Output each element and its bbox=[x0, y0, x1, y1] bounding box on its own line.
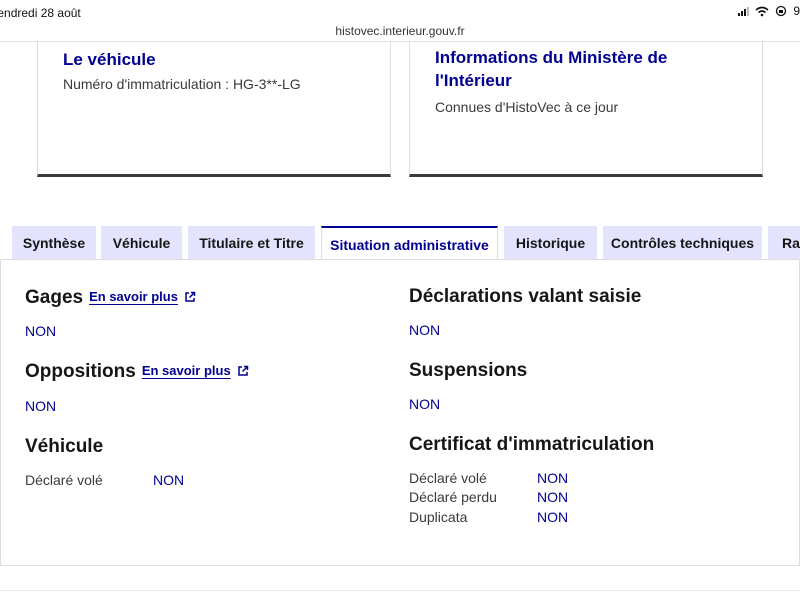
certificat-stolen-label: Déclaré volé bbox=[409, 470, 487, 486]
certificat-title: Certificat d'immatriculation bbox=[409, 434, 655, 455]
ministry-title-line1: Informations du Ministère de bbox=[435, 48, 668, 67]
certificat-duplicate-value: NON bbox=[537, 509, 569, 525]
status-time: Vendredi 28 août bbox=[0, 6, 81, 20]
tab-titulaire-titre[interactable]: Titulaire et Titre bbox=[188, 226, 315, 260]
tab-controles-techniques[interactable]: Contrôles techniques bbox=[603, 226, 762, 260]
certificat-stolen-value: NON bbox=[537, 470, 569, 486]
saisie-title: Déclarations valant saisie bbox=[409, 286, 642, 307]
ministry-card-title: Informations du Ministère de l'Intérieur bbox=[435, 46, 667, 92]
gages-title: Gages bbox=[25, 287, 84, 308]
address-bar-url[interactable]: histovec.interieur.gouv.fr bbox=[0, 24, 800, 38]
vehicle-card-title: Le véhicule bbox=[63, 50, 156, 69]
oppositions-section: Oppositions En savoir plus bbox=[25, 361, 249, 383]
ministry-card-subtitle: Connues d'HistoVec à ce jour bbox=[435, 99, 619, 115]
registration-number: Numéro d'immatriculation : HG-3**-LG bbox=[63, 76, 301, 92]
vehicule-status-title: Véhicule bbox=[25, 436, 104, 457]
tab-rapport[interactable]: Rap bbox=[768, 226, 800, 260]
status-icons: 9 bbox=[738, 4, 800, 18]
ministry-card: Informations du Ministère de l'Intérieur… bbox=[409, 42, 763, 177]
oppositions-learn-more-label: En savoir plus bbox=[141, 363, 231, 378]
certificat-lost-value: NON bbox=[537, 489, 569, 505]
vehicle-card: Le véhicule Numéro d'immatriculation : H… bbox=[37, 42, 391, 177]
tab-situation-administrative[interactable]: Situation administrative bbox=[321, 226, 498, 261]
certificat-duplicate-label: Duplicata bbox=[409, 509, 468, 525]
tab-bar: Synthèse Véhicule Titulaire et Titre Sit… bbox=[0, 226, 800, 261]
oppositions-value: NON bbox=[25, 398, 57, 414]
oppositions-learn-more-link[interactable]: En savoir plus bbox=[142, 363, 249, 378]
saisie-value: NON bbox=[409, 322, 441, 338]
tab-vehicule[interactable]: Véhicule bbox=[101, 226, 182, 260]
tab-historique[interactable]: Historique bbox=[504, 226, 597, 260]
status-bar: Vendredi 28 août 9 bbox=[0, 0, 800, 22]
signal-icon bbox=[738, 6, 750, 16]
external-link-icon bbox=[237, 365, 248, 376]
suspensions-value: NON bbox=[409, 396, 441, 412]
wifi-icon bbox=[755, 6, 769, 16]
gages-section: Gages En savoir plus bbox=[25, 287, 196, 309]
gages-value: NON bbox=[25, 323, 57, 339]
gages-learn-more-link[interactable]: En savoir plus bbox=[89, 289, 196, 304]
vehicule-stolen-label: Déclaré volé bbox=[25, 472, 103, 488]
certificat-lost-label: Déclaré perdu bbox=[409, 489, 497, 505]
ministry-title-line2: l'Intérieur bbox=[435, 71, 512, 90]
rotation-lock-icon bbox=[776, 5, 787, 17]
oppositions-title: Oppositions bbox=[25, 361, 136, 382]
vehicule-stolen-value: NON bbox=[153, 472, 185, 488]
divider bbox=[0, 590, 800, 591]
gages-learn-more-label: En savoir plus bbox=[89, 289, 178, 304]
battery-percent: 9 bbox=[793, 4, 800, 18]
suspensions-title: Suspensions bbox=[409, 360, 528, 381]
external-link-icon bbox=[185, 291, 196, 302]
tab-synthese[interactable]: Synthèse bbox=[12, 226, 96, 260]
